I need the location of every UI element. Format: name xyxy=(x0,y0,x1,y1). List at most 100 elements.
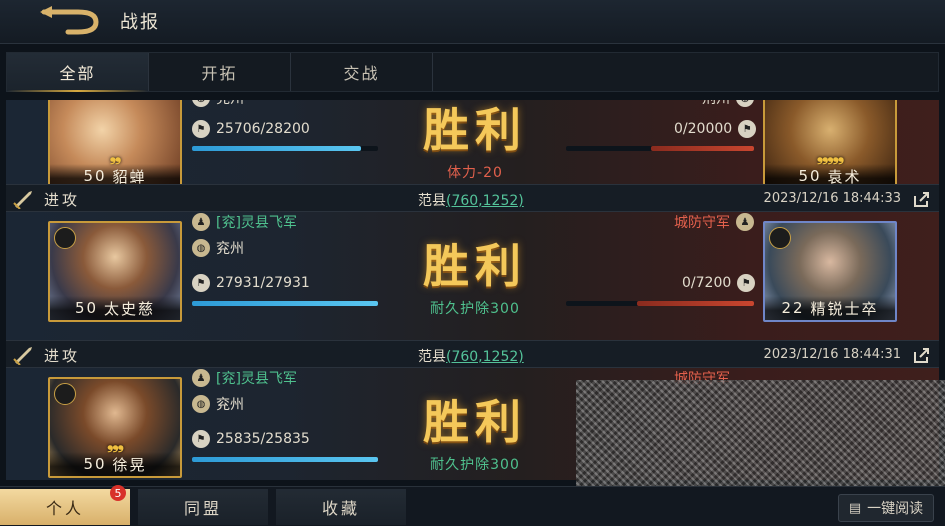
tab-all[interactable]: 全部 xyxy=(7,53,149,92)
defender-troops: 0/7200 xyxy=(682,275,732,291)
defender-portrait[interactable]: ❟❟❟❟❟ 50 袁术 xyxy=(763,100,897,190)
defender-troops: 0/20000 xyxy=(674,121,733,137)
defender-hp-bar xyxy=(566,146,754,151)
general-name-plate: 50 徐晃 xyxy=(50,452,180,476)
defender-label: 城防守军 xyxy=(674,215,730,231)
read-all-button[interactable]: ▤ 一键阅读 xyxy=(838,494,934,522)
attacker-portrait[interactable]: 50 太史慈 xyxy=(48,221,182,322)
attacker-hp-bar xyxy=(192,146,378,151)
attacker-team: [兖]灵县飞军 xyxy=(216,371,297,387)
tab-personal[interactable]: 个人 5 xyxy=(0,485,130,525)
battle-result: 胜利 xyxy=(423,395,527,449)
attacker-troops-row: ⚑ 27931/27931 xyxy=(192,274,310,292)
flag-icon: ⚑ xyxy=(738,120,757,138)
unit-type-icon xyxy=(54,227,76,249)
location: 范县(760,1252) xyxy=(418,190,524,210)
defender-name-row: 城防守军 ♟ xyxy=(674,212,754,232)
general-level: 50 xyxy=(798,167,822,185)
report-body: 50 太史慈 ♟ [兖]灵县飞军 ◍ 兖州 ⚑ 27931/27931 胜利 耐… xyxy=(6,212,939,341)
location-coords-link[interactable]: (760,1252) xyxy=(446,193,524,209)
result-note: 耐久护除300 xyxy=(430,301,520,317)
filter-tabs: 全部 开拓 交战 xyxy=(6,52,939,92)
general-name: 徐晃 xyxy=(112,455,147,474)
back-arrow-icon xyxy=(40,6,99,35)
attacker-troops: 25706/28200 xyxy=(216,121,310,137)
attacker-place: 兖州 xyxy=(216,397,244,413)
star-rating: ❟❟ xyxy=(109,146,122,165)
attacker-place: 兖州 xyxy=(216,241,244,257)
star-rating: ❟❟❟❟❟ xyxy=(816,146,844,165)
person-icon: ♟ xyxy=(192,369,210,387)
defender-troops-row: 0/20000 ⚑ xyxy=(674,120,757,138)
general-name-plate: 22 精锐士卒 xyxy=(765,296,895,320)
general-name: 太史慈 xyxy=(104,299,156,318)
tab-personal-label: 个人 xyxy=(45,499,84,518)
action-label: 进攻 xyxy=(44,347,81,365)
bottom-bar: 个人 5 同盟 收藏 ▤ 一键阅读 xyxy=(0,485,945,526)
report-header: 进攻 范县(760,1252) 2023/12/16 18:44:33 xyxy=(6,184,939,212)
flag-icon: ⚑ xyxy=(192,120,210,138)
notification-badge: 5 xyxy=(110,485,126,501)
location: 范县(760,1252) xyxy=(418,346,524,366)
attacker-troops-row: ⚑ 25835/25835 xyxy=(192,430,310,448)
report-time: 2023/12/16 18:44:33 xyxy=(763,191,901,206)
tab-battle[interactable]: 交战 xyxy=(291,53,433,91)
unit-type-icon xyxy=(54,383,76,405)
shield-icon: ◍ xyxy=(192,100,210,107)
flag-icon: ⚑ xyxy=(737,274,756,292)
general-level: 50 xyxy=(83,167,107,185)
defender-place: 荆州 xyxy=(702,100,730,108)
result-note: 耐久护除300 xyxy=(430,457,520,473)
person-icon: ♟ xyxy=(736,213,754,231)
attacker-hp-bar xyxy=(192,301,378,306)
attacker-team-row: ♟ [兖]灵县飞军 xyxy=(192,368,297,388)
defender-troops-row: 0/7200 ⚑ xyxy=(682,274,756,292)
shield-icon: ◍ xyxy=(192,395,210,413)
attacker-troops: 27931/27931 xyxy=(216,275,310,291)
shield-icon: ◍ xyxy=(192,239,210,257)
title-bar: 战报 xyxy=(0,0,945,44)
attacker-place-row: ◍ 兖州 xyxy=(192,394,244,414)
general-name-plate: 50 太史慈 xyxy=(50,296,180,320)
defender-portrait[interactable]: 22 精锐士卒 xyxy=(763,221,897,322)
attacker-portrait[interactable]: ❟❟ 50 貂蝉 xyxy=(48,100,182,190)
battle-result: 胜利 xyxy=(423,103,527,157)
report-header: 进攻 范县(760,1252) 2023/12/16 18:44:31 xyxy=(6,340,939,368)
page-title: 战报 xyxy=(120,12,160,33)
attacker-place-row: ◍ 兖州 xyxy=(192,238,244,258)
share-icon[interactable] xyxy=(913,346,931,364)
attacker-place: 兖州 xyxy=(216,100,244,108)
unit-type-icon xyxy=(769,227,791,249)
back-button[interactable] xyxy=(38,6,108,38)
book-icon: ▤ xyxy=(848,500,862,516)
general-level: 50 xyxy=(74,299,99,317)
attacker-hp-bar xyxy=(192,457,378,462)
person-icon: ♟ xyxy=(192,213,210,231)
defender-hp-bar xyxy=(566,301,754,306)
shield-icon: ◍ xyxy=(736,100,754,107)
star-rating: ❟❟❟ xyxy=(107,434,124,453)
attacker-troops: 25835/25835 xyxy=(216,431,310,447)
attacker-place-row: ◍ 兖州 xyxy=(192,100,244,108)
tab-expand[interactable]: 开拓 xyxy=(149,53,291,91)
flag-icon: ⚑ xyxy=(192,274,210,292)
general-name: 精锐士卒 xyxy=(810,299,879,318)
tab-alliance[interactable]: 同盟 xyxy=(138,489,268,525)
action-label: 进攻 xyxy=(44,191,81,209)
result-note: 体力-20 xyxy=(447,165,503,181)
flag-icon: ⚑ xyxy=(192,430,210,448)
general-level: 50 xyxy=(83,455,107,473)
defender-place-row: 荆州 ◍ xyxy=(702,100,754,108)
report-time: 2023/12/16 18:44:31 xyxy=(763,347,901,362)
battle-result: 胜利 xyxy=(423,239,527,293)
tab-favorites[interactable]: 收藏 xyxy=(276,489,406,525)
share-icon[interactable] xyxy=(913,190,931,208)
sword-icon xyxy=(13,347,32,365)
battle-report-card[interactable]: 进攻 范县(760,1252) 2023/12/16 18:44:33 50 太… xyxy=(6,184,939,341)
attacker-team: [兖]灵县飞军 xyxy=(216,215,297,231)
location-coords-link[interactable]: (760,1252) xyxy=(446,349,524,365)
general-level: 22 xyxy=(781,299,805,317)
attacker-portrait[interactable]: ❟❟❟ 50 徐晃 xyxy=(48,377,182,478)
location-name: 范县 xyxy=(418,349,446,365)
location-name: 范县 xyxy=(418,193,446,209)
